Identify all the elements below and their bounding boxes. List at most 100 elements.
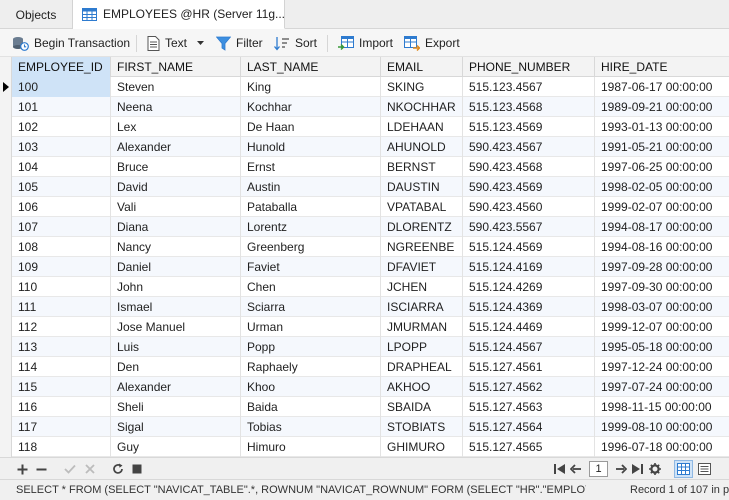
cell-hire-date[interactable]: 1999-02-07 00:00:00: [595, 197, 729, 217]
cell-phone-number[interactable]: 515.124.4369: [463, 297, 595, 317]
cell-phone-number[interactable]: 515.124.4169: [463, 257, 595, 277]
cell-email[interactable]: DLORENTZ: [381, 217, 463, 237]
table-row[interactable]: 116 Sheli Baida SBAIDA 515.127.4563 1998-11-1…: [0, 397, 729, 417]
cell-email[interactable]: VPATABAL: [381, 197, 463, 217]
export-button[interactable]: Export: [404, 29, 460, 57]
corner-cell[interactable]: [0, 57, 12, 77]
cell-phone-number[interactable]: 515.124.4269: [463, 277, 595, 297]
discard-icon[interactable]: [82, 458, 98, 480]
cell-last-name[interactable]: Raphaely: [241, 357, 381, 377]
cell-phone-number[interactable]: 515.127.4564: [463, 417, 595, 437]
cell-first-name[interactable]: Sheli: [111, 397, 241, 417]
cell-email[interactable]: SKING: [381, 77, 463, 97]
cell-hire-date[interactable]: 1994-08-16 00:00:00: [595, 237, 729, 257]
cell-hire-date[interactable]: 1995-05-18 00:00:00: [595, 337, 729, 357]
table-row[interactable]: 108 Nancy Greenberg NGREENBE 515.124.4569 199…: [0, 237, 729, 257]
cell-hire-date[interactable]: 1991-05-21 00:00:00: [595, 137, 729, 157]
row-header[interactable]: [0, 277, 12, 297]
row-header[interactable]: [0, 217, 12, 237]
table-row[interactable]: 115 Alexander Khoo AKHOO 515.127.4562 1997-07…: [0, 377, 729, 397]
cell-first-name[interactable]: John: [111, 277, 241, 297]
cell-phone-number[interactable]: 515.127.4565: [463, 437, 595, 457]
cell-last-name[interactable]: Hunold: [241, 137, 381, 157]
cell-last-name[interactable]: Chen: [241, 277, 381, 297]
row-header[interactable]: [0, 397, 12, 417]
cell-employee-id[interactable]: 117: [12, 417, 111, 437]
table-row[interactable]: 101 Neena Kochhar NKOCHHAR 515.123.4568 1989-…: [0, 97, 729, 117]
row-header[interactable]: [0, 117, 12, 137]
row-header[interactable]: [0, 317, 12, 337]
cell-last-name[interactable]: Sciarra: [241, 297, 381, 317]
column-header-email[interactable]: EMAIL: [381, 57, 463, 77]
cell-first-name[interactable]: Jose Manuel: [111, 317, 241, 337]
table-row[interactable]: 111 Ismael Sciarra ISCIARRA 515.124.4369 1998…: [0, 297, 729, 317]
cell-employee-id[interactable]: 118: [12, 437, 111, 457]
cell-phone-number[interactable]: 590.423.4568: [463, 157, 595, 177]
cell-employee-id[interactable]: 105: [12, 177, 111, 197]
cell-email[interactable]: JMURMAN: [381, 317, 463, 337]
cell-email[interactable]: NGREENBE: [381, 237, 463, 257]
cell-email[interactable]: AKHOO: [381, 377, 463, 397]
cell-email[interactable]: GHIMURO: [381, 437, 463, 457]
cell-last-name[interactable]: Austin: [241, 177, 381, 197]
cell-phone-number[interactable]: 515.127.4562: [463, 377, 595, 397]
cell-first-name[interactable]: Alexander: [111, 137, 241, 157]
cell-email[interactable]: SBAIDA: [381, 397, 463, 417]
cell-hire-date[interactable]: 1999-08-10 00:00:00: [595, 417, 729, 437]
table-row[interactable]: 112 Jose Manuel Urman JMURMAN 515.124.4469 19…: [0, 317, 729, 337]
text-button[interactable]: Text: [147, 29, 205, 57]
row-header[interactable]: [0, 137, 12, 157]
prev-page-icon[interactable]: [567, 458, 583, 480]
cell-employee-id[interactable]: 104: [12, 157, 111, 177]
cell-first-name[interactable]: David: [111, 177, 241, 197]
table-row[interactable]: 117 Sigal Tobias STOBIATS 515.127.4564 1999-0…: [0, 417, 729, 437]
cell-first-name[interactable]: Lex: [111, 117, 241, 137]
grid-view-icon[interactable]: [674, 460, 693, 478]
cell-employee-id[interactable]: 112: [12, 317, 111, 337]
cell-hire-date[interactable]: 1997-09-30 00:00:00: [595, 277, 729, 297]
add-icon[interactable]: [14, 458, 30, 480]
cell-first-name[interactable]: Alexander: [111, 377, 241, 397]
table-row[interactable]: 102 Lex De Haan LDEHAAN 515.123.4569 1993-01-…: [0, 117, 729, 137]
last-page-icon[interactable]: [629, 458, 645, 480]
cell-email[interactable]: DAUSTIN: [381, 177, 463, 197]
row-header[interactable]: [0, 177, 12, 197]
cell-email[interactable]: DFAVIET: [381, 257, 463, 277]
cell-employee-id[interactable]: 108: [12, 237, 111, 257]
cell-first-name[interactable]: Bruce: [111, 157, 241, 177]
cell-first-name[interactable]: Sigal: [111, 417, 241, 437]
import-button[interactable]: Import: [338, 29, 393, 57]
first-page-icon[interactable]: [551, 458, 567, 480]
cell-employee-id[interactable]: 106: [12, 197, 111, 217]
table-row[interactable]: 105 David Austin DAUSTIN 590.423.4569 1998-02…: [0, 177, 729, 197]
cell-last-name[interactable]: Himuro: [241, 437, 381, 457]
column-header-phone-number[interactable]: PHONE_NUMBER: [463, 57, 595, 77]
cell-last-name[interactable]: Urman: [241, 317, 381, 337]
cell-phone-number[interactable]: 590.423.4569: [463, 177, 595, 197]
cell-email[interactable]: DRAPHEAL: [381, 357, 463, 377]
cell-hire-date[interactable]: 1997-06-25 00:00:00: [595, 157, 729, 177]
cell-first-name[interactable]: Luis: [111, 337, 241, 357]
cell-first-name[interactable]: Den: [111, 357, 241, 377]
column-header-first-name[interactable]: FIRST_NAME: [111, 57, 241, 77]
cell-last-name[interactable]: Ernst: [241, 157, 381, 177]
remove-icon[interactable]: [33, 458, 49, 480]
cell-last-name[interactable]: Tobias: [241, 417, 381, 437]
table-row[interactable]: 104 Bruce Ernst BERNST 590.423.4568 1997-06-2…: [0, 157, 729, 177]
cell-last-name[interactable]: De Haan: [241, 117, 381, 137]
cell-phone-number[interactable]: 515.123.4568: [463, 97, 595, 117]
row-header[interactable]: [0, 437, 12, 457]
table-row[interactable]: 118 Guy Himuro GHIMURO 515.127.4565 1996-07-1…: [0, 437, 729, 457]
cell-phone-number[interactable]: 515.123.4567: [463, 77, 595, 97]
row-header[interactable]: [0, 257, 12, 277]
row-header[interactable]: [0, 377, 12, 397]
cell-phone-number[interactable]: 515.123.4569: [463, 117, 595, 137]
table-row[interactable]: 114 Den Raphaely DRAPHEAL 515.127.4561 1997-1…: [0, 357, 729, 377]
cell-employee-id[interactable]: 116: [12, 397, 111, 417]
cell-employee-id[interactable]: 114: [12, 357, 111, 377]
cell-hire-date[interactable]: 1994-08-17 00:00:00: [595, 217, 729, 237]
cell-employee-id[interactable]: 110: [12, 277, 111, 297]
cell-phone-number[interactable]: 590.423.4567: [463, 137, 595, 157]
table-row[interactable]: 107 Diana Lorentz DLORENTZ 590.423.5567 1994-…: [0, 217, 729, 237]
column-header-last-name[interactable]: LAST_NAME: [241, 57, 381, 77]
